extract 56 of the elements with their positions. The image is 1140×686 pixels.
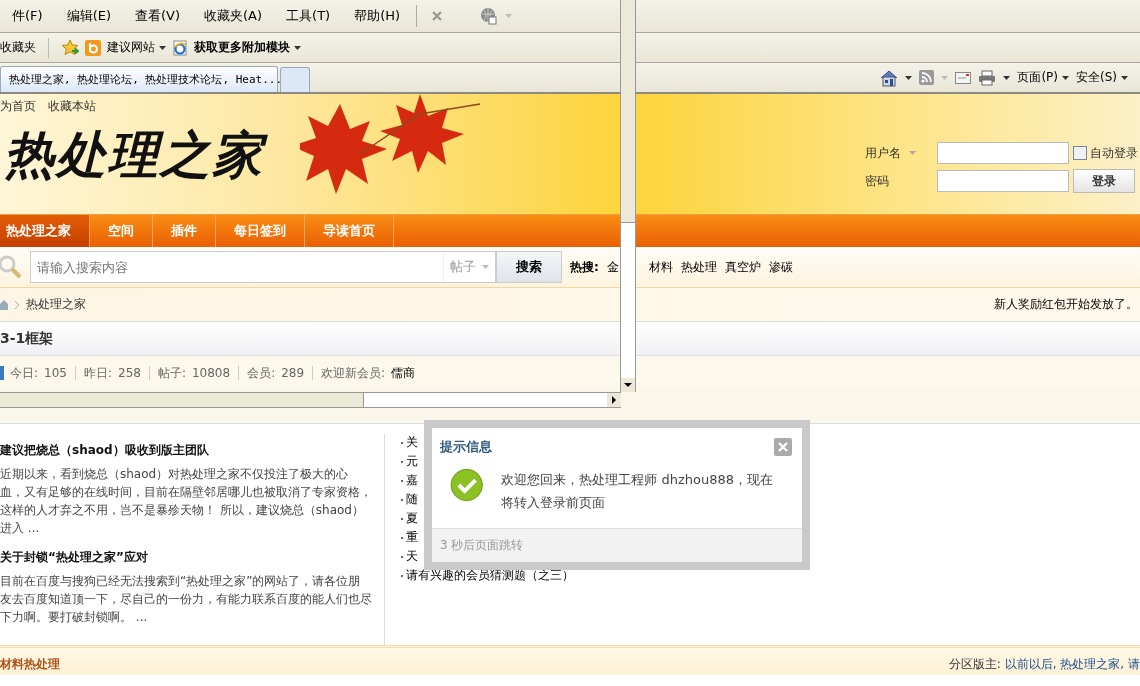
login-button[interactable]: 登录 — [1073, 169, 1135, 193]
stat-value: 105 — [44, 366, 67, 380]
menu-item[interactable]: 查看(V) — [123, 7, 193, 25]
thread-link[interactable]: 随 — [406, 491, 418, 508]
stat-value: 258 — [118, 366, 141, 380]
hot-search-link[interactable]: 材料 — [648, 258, 673, 276]
remember-label: 自动登录 — [1090, 144, 1138, 162]
command-menu[interactable]: 页面(P) — [1017, 69, 1069, 86]
announcement-link[interactable]: 新人奖励红包开始发放了。 — [994, 296, 1138, 313]
header-link[interactable]: 为首页 — [0, 98, 36, 118]
menu-item[interactable]: 编辑(E) — [54, 7, 123, 25]
stat-value: 289 — [281, 366, 305, 380]
dialog-title: 提示信息 — [440, 438, 492, 456]
username-label[interactable]: 用户名 — [865, 144, 933, 162]
new-member-link[interactable]: 儒商 — [391, 364, 416, 382]
moderators-label: 分区版主: — [948, 656, 1001, 673]
stat-label: 会员: — [247, 364, 276, 382]
dialog-message: 欢迎您回来，热处理工程师 dhzhou888，现在将转入登录前页面 — [501, 471, 775, 512]
nav-tab[interactable]: 热处理之家 — [0, 215, 90, 247]
menu-item[interactable]: 工具(T) — [274, 7, 343, 25]
moderator-links[interactable]: 以前以后, 热处理之家, 请 — [1004, 656, 1140, 673]
menu-item[interactable]: 收藏夹(A) — [192, 7, 275, 25]
section-title[interactable]: 材料热处理 — [0, 656, 60, 673]
favorites-link[interactable]: 获取更多附加模块 — [194, 39, 301, 56]
thread-link[interactable]: 元 — [406, 453, 418, 470]
thread-link[interactable]: 请有兴趣的会员猜测题（之三） — [406, 567, 574, 584]
thread-link[interactable]: 天 — [406, 548, 418, 565]
hot-search-link[interactable]: 热处理 — [680, 258, 717, 276]
hot-search-link[interactable]: 真空炉 — [724, 258, 761, 276]
command-menu[interactable]: 安全(S) — [1076, 69, 1128, 86]
menu-item[interactable]: 件(F) — [0, 7, 55, 25]
article-excerpt: 近期以来，看到烧总（shaod）对热处理之家不仅投注了极大的心血，又有足够的在线时间，目前在隔壁邻居哪儿也被取消了专家资格，这样的人才弃之不用，岂不是暴殄天物！ 所以，建议烧总（shaod）进入 ... — [0, 466, 372, 537]
article-title[interactable]: 关于封锁“热处理之家”应对 — [0, 549, 372, 566]
article-excerpt: 目前在百度与搜狗已经无法搜索到“热处理之家”的网站了，请各位朋友去百度知道顶一下，尽自己的一份力，有能力联系百度的能人们也尽下力啊。要打破封锁啊。 ... — [0, 573, 372, 626]
stat-value: 10808 — [191, 366, 231, 380]
hot-search-label: 热搜: — [570, 258, 599, 276]
article-title[interactable]: 建议把烧总（shaod）吸收到版主团队 — [0, 442, 372, 459]
breadcrumb-link[interactable]: 热处理之家 — [26, 296, 86, 313]
hot-search-link[interactable]: 渗碳 — [768, 258, 793, 276]
hot-search-link[interactable]: 金 — [606, 258, 619, 276]
search-button[interactable]: 搜索 — [496, 251, 562, 283]
browser-tab[interactable]: 热处理之家, 热处理论坛, 热处理技术论坛, Heat... — [0, 66, 278, 92]
stat-label: 昨日: — [83, 364, 112, 382]
stat-label: 帖子: — [157, 364, 186, 382]
thread-link[interactable]: 重 — [406, 529, 418, 546]
menu-item[interactable]: 帮助(H) — [342, 7, 413, 25]
header-link[interactable]: 收藏本站 — [48, 98, 96, 118]
thread-link[interactable]: 嘉 — [406, 472, 418, 489]
stat-label: 欢迎新会员: — [321, 364, 386, 382]
stat-label: 今日: — [10, 364, 39, 382]
thread-link[interactable]: 夏 — [406, 510, 418, 527]
redirect-countdown: 3 秒后页面跳转 — [432, 528, 802, 562]
password-label: 密码 — [865, 172, 890, 190]
thread-link[interactable]: 关 — [406, 434, 418, 451]
favorites-button[interactable]: 收藏夹 — [0, 39, 36, 56]
favorites-link[interactable]: 建议网站 — [107, 39, 166, 56]
